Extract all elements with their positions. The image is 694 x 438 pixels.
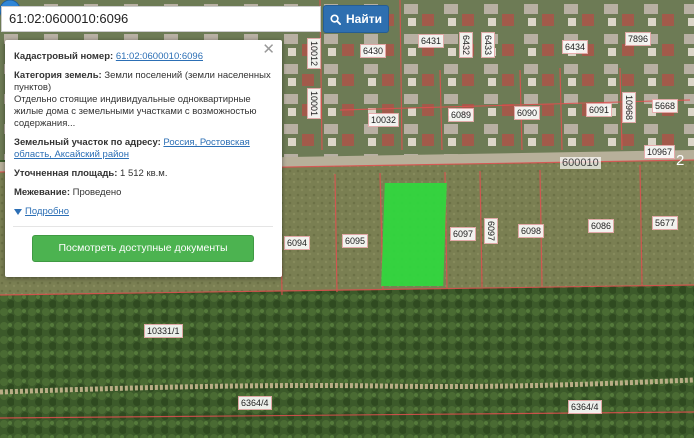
- parcel-label-vertical[interactable]: 10968: [622, 92, 636, 124]
- survey-label: Межевание:: [14, 187, 70, 198]
- parcel-label-vertical[interactable]: 10001: [307, 88, 321, 120]
- close-icon[interactable]: ✕: [262, 42, 275, 57]
- caret-down-icon: [14, 209, 22, 215]
- view-documents-button[interactable]: Посмотреть доступные документы: [32, 235, 254, 262]
- area-row: Уточненная площадь: 1 512 кв.м.: [14, 168, 272, 180]
- parcel-label[interactable]: 6430: [360, 44, 387, 58]
- parcel-label[interactable]: 10967: [644, 145, 676, 159]
- cadastral-number-link[interactable]: 61:02:0600010:6096: [116, 51, 203, 62]
- parcel-label[interactable]: 6434: [562, 40, 589, 54]
- area-label: Уточненная площадь:: [14, 168, 118, 179]
- parcel-label-vertical[interactable]: 10012: [307, 38, 321, 70]
- details-toggle[interactable]: Подробно: [14, 206, 272, 218]
- parcel-label[interactable]: 6094: [284, 236, 311, 250]
- parcel-label[interactable]: 6431: [418, 34, 445, 48]
- parcel-label-vertical[interactable]: 6433: [481, 32, 495, 59]
- parcel-label[interactable]: 6086: [588, 219, 615, 233]
- parcel-label[interactable]: 5668: [652, 99, 679, 113]
- details-label: Подробно: [25, 206, 69, 217]
- parcel-label[interactable]: 6095: [342, 234, 369, 248]
- parcel-label-vertical[interactable]: 6432: [459, 32, 473, 59]
- cadastral-number-label: Кадастровый номер:: [14, 51, 114, 62]
- parcel-label[interactable]: 10032: [368, 113, 400, 127]
- divider: [13, 226, 273, 227]
- search-icon: [330, 13, 341, 25]
- parcel-label[interactable]: 6097: [450, 227, 477, 241]
- search-button[interactable]: Найти: [323, 5, 389, 33]
- search-input[interactable]: 61:02:0600010:6096: [1, 6, 321, 32]
- parcel-label[interactable]: 10331/1: [144, 324, 183, 338]
- quarter-number: 2: [676, 152, 685, 169]
- quarter-label: 600010: [560, 157, 601, 169]
- parcel-info-popup: ✕ Кадастровый номер: 61:02:0600010:6096 …: [5, 40, 282, 277]
- cadastral-number-row: Кадастровый номер: 61:02:0600010:6096: [14, 51, 272, 63]
- parcel-label[interactable]: 6364/4: [568, 400, 602, 414]
- parcel-label[interactable]: 6089: [448, 108, 475, 122]
- area-value: 1 512 кв.м.: [120, 168, 168, 179]
- address-row: Земельный участок по адресу: Россия, Рос…: [14, 137, 272, 161]
- selected-parcel[interactable]: [381, 183, 447, 286]
- address-label: Земельный участок по адресу:: [14, 137, 161, 148]
- survey-value: Проведено: [72, 187, 122, 198]
- parcel-label[interactable]: 5677: [652, 216, 679, 230]
- category-label: Категория земель:: [14, 70, 102, 81]
- parcel-label[interactable]: 6364/4: [238, 396, 272, 410]
- search-button-label: Найти: [346, 12, 382, 26]
- parcel-label[interactable]: 6091: [586, 103, 613, 117]
- parcel-label[interactable]: 6098: [518, 224, 545, 238]
- parcel-label-vertical[interactable]: 6097: [484, 218, 498, 245]
- category-row: Категория земель: Земли поселений (земли…: [14, 70, 272, 130]
- survey-row: Межевание: Проведено: [14, 187, 272, 199]
- parcel-label[interactable]: 7896: [625, 32, 652, 46]
- use-description: Отдельно стоящие индивидуальные одноквар…: [14, 94, 257, 129]
- parcel-label[interactable]: 6090: [514, 106, 541, 120]
